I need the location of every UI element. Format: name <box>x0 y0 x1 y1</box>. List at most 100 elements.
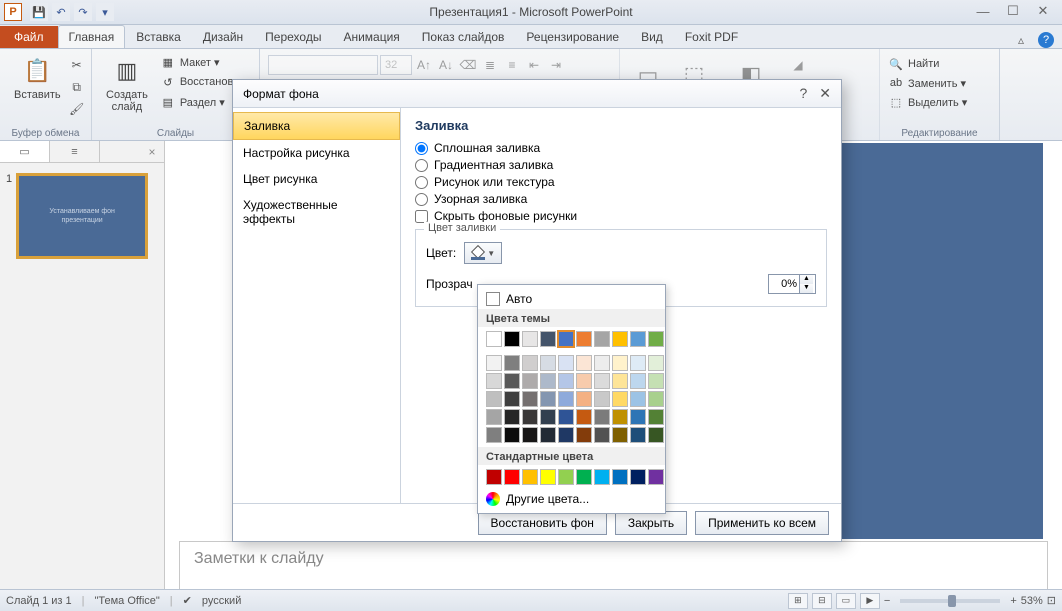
tint-swatch[interactable] <box>648 355 664 371</box>
fit-button[interactable]: ⊡ <box>1047 594 1056 607</box>
tint-swatch[interactable] <box>540 391 556 407</box>
undo-button[interactable]: ↶ <box>52 3 70 21</box>
tab-review[interactable]: Рецензирование <box>515 25 630 48</box>
sorter-view-button[interactable]: ⊟ <box>812 593 832 609</box>
tab-slideshow[interactable]: Показ слайдов <box>411 25 516 48</box>
apply-all-button[interactable]: Применить ко всем <box>695 511 829 535</box>
clear-format-button[interactable]: ⌫ <box>458 55 478 75</box>
zoom-out-button[interactable]: − <box>884 595 890 607</box>
tint-swatch[interactable] <box>594 355 610 371</box>
tint-swatch[interactable] <box>522 355 538 371</box>
standard-swatch[interactable] <box>612 469 628 485</box>
tint-swatch[interactable] <box>486 409 502 425</box>
tab-design[interactable]: Дизайн <box>192 25 254 48</box>
font-size-input[interactable] <box>380 55 412 75</box>
dialog-titlebar[interactable]: Формат фона ? ✕ <box>233 80 841 108</box>
radio-pattern[interactable]: Узорная заливка <box>415 192 827 206</box>
shape-fill-button[interactable]: ◢ <box>788 55 808 75</box>
tint-swatch[interactable] <box>540 409 556 425</box>
font-family-input[interactable] <box>268 55 378 75</box>
tint-swatch[interactable] <box>522 391 538 407</box>
check-hide-bg[interactable]: Скрыть фоновые рисунки <box>415 209 827 223</box>
tint-swatch[interactable] <box>558 409 574 425</box>
theme-swatch[interactable] <box>594 331 610 347</box>
tint-swatch[interactable] <box>648 391 664 407</box>
tint-swatch[interactable] <box>540 427 556 443</box>
new-slide-button[interactable]: ▥ Создать слайд <box>100 51 154 117</box>
tint-swatch[interactable] <box>630 427 646 443</box>
format-painter-button[interactable]: 🖌 <box>67 99 87 119</box>
theme-swatch[interactable] <box>576 331 592 347</box>
theme-swatch[interactable] <box>558 331 574 347</box>
tint-swatch[interactable] <box>594 373 610 389</box>
tint-swatch[interactable] <box>594 427 610 443</box>
slideshow-view-button[interactable]: ▶ <box>860 593 880 609</box>
spellcheck-icon[interactable]: ✔ <box>183 594 192 607</box>
tint-swatch[interactable] <box>612 355 628 371</box>
tint-swatch[interactable] <box>504 391 520 407</box>
normal-view-button[interactable]: ⊞ <box>788 593 808 609</box>
close-window-button[interactable]: ✕ <box>1028 0 1058 22</box>
tint-swatch[interactable] <box>576 427 592 443</box>
bullets-button[interactable]: ≣ <box>480 55 500 75</box>
tint-swatch[interactable] <box>630 355 646 371</box>
theme-swatch[interactable] <box>648 331 664 347</box>
tint-swatch[interactable] <box>576 391 592 407</box>
standard-swatch[interactable] <box>504 469 520 485</box>
tint-swatch[interactable] <box>576 355 592 371</box>
tint-swatch[interactable] <box>504 427 520 443</box>
tint-swatch[interactable] <box>612 427 628 443</box>
help-icon[interactable]: ? <box>1038 32 1054 48</box>
tint-swatch[interactable] <box>558 427 574 443</box>
standard-swatch[interactable] <box>486 469 502 485</box>
tint-swatch[interactable] <box>630 391 646 407</box>
outline-tab[interactable]: ≡ <box>50 141 100 162</box>
tint-swatch[interactable] <box>504 355 520 371</box>
tab-insert[interactable]: Вставка <box>125 25 192 48</box>
redo-button[interactable]: ↷ <box>74 3 92 21</box>
theme-swatch[interactable] <box>522 331 538 347</box>
zoom-in-button[interactable]: + <box>1010 595 1016 607</box>
paste-button[interactable]: 📋 Вставить <box>8 51 67 119</box>
tint-swatch[interactable] <box>594 409 610 425</box>
tint-swatch[interactable] <box>540 373 556 389</box>
tint-swatch[interactable] <box>522 373 538 389</box>
tint-swatch[interactable] <box>504 373 520 389</box>
tint-swatch[interactable] <box>486 391 502 407</box>
standard-swatch[interactable] <box>594 469 610 485</box>
shrink-font-button[interactable]: A↓ <box>436 55 456 75</box>
tint-swatch[interactable] <box>522 409 538 425</box>
status-language[interactable]: русский <box>202 595 241 607</box>
standard-swatch[interactable] <box>630 469 646 485</box>
maximize-button[interactable]: ☐ <box>998 0 1028 22</box>
zoom-slider[interactable] <box>900 599 1000 603</box>
radio-picture[interactable]: Рисунок или текстура <box>415 175 827 189</box>
theme-swatch[interactable] <box>540 331 556 347</box>
tab-animation[interactable]: Анимация <box>332 25 410 48</box>
tint-swatch[interactable] <box>648 427 664 443</box>
color-picker-button[interactable]: ▼ <box>464 242 502 264</box>
tab-transitions[interactable]: Переходы <box>254 25 332 48</box>
close-dialog-button[interactable]: Закрыть <box>615 511 687 535</box>
cut-button[interactable]: ✂ <box>67 55 87 75</box>
theme-swatch[interactable] <box>612 331 628 347</box>
tint-swatch[interactable] <box>486 427 502 443</box>
tint-swatch[interactable] <box>612 373 628 389</box>
theme-swatch[interactable] <box>630 331 646 347</box>
tint-swatch[interactable] <box>558 391 574 407</box>
minimize-button[interactable]: — <box>968 0 998 22</box>
theme-swatch[interactable] <box>504 331 520 347</box>
select-button[interactable]: ⬚Выделить ▾ <box>888 93 991 111</box>
auto-color-row[interactable]: Авто <box>478 289 665 309</box>
dialog-help-button[interactable]: ? <box>799 85 807 102</box>
tab-home[interactable]: Главная <box>58 25 126 48</box>
layout-button[interactable]: ▦Макет ▾ <box>160 53 243 71</box>
reading-view-button[interactable]: ▭ <box>836 593 856 609</box>
tint-swatch[interactable] <box>612 391 628 407</box>
tint-swatch[interactable] <box>558 373 574 389</box>
tab-view[interactable]: Вид <box>630 25 674 48</box>
qat-more-button[interactable]: ▾ <box>96 3 114 21</box>
radio-solid[interactable]: Сплошная заливка <box>415 141 827 155</box>
tint-swatch[interactable] <box>594 391 610 407</box>
reset-background-button[interactable]: Восстановить фон <box>478 511 607 535</box>
